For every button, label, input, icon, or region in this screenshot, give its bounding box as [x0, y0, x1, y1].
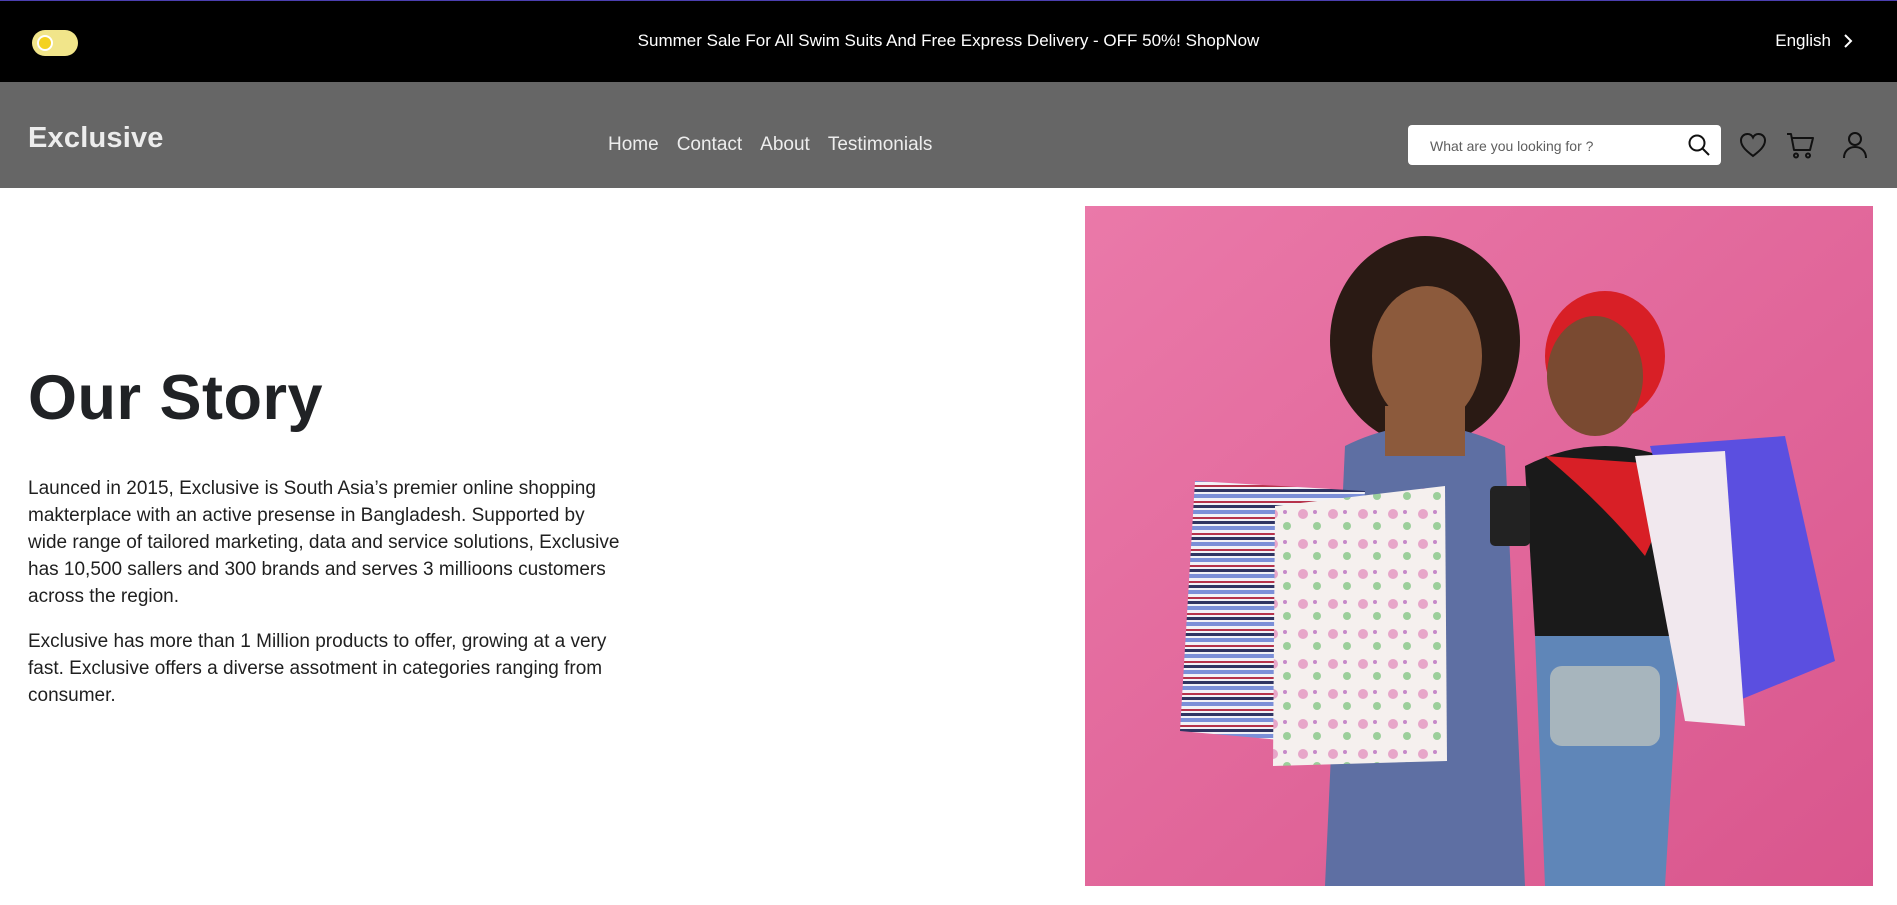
nav-about[interactable]: About: [760, 134, 810, 156]
heart-icon[interactable]: [1738, 130, 1768, 160]
cart-icon[interactable]: [1785, 130, 1815, 160]
hero-image: [1085, 206, 1873, 886]
page-title: Our Story: [28, 363, 324, 433]
shoppers-illustration: [1085, 206, 1873, 886]
search-input[interactable]: [1428, 135, 1672, 157]
language-label: English: [1775, 31, 1831, 50]
announcement-text[interactable]: Summer Sale For All Swim Suits And Free …: [0, 31, 1897, 51]
site-header: Exclusive Home Contact About Testimonial…: [0, 82, 1897, 188]
main-nav: Home Contact About Testimonials: [608, 134, 932, 156]
search-box: [1408, 125, 1721, 165]
chevron-right-icon: [1844, 34, 1853, 48]
story-paragraph-1: Launced in 2015, Exclusive is South Asia…: [28, 478, 620, 607]
search-icon[interactable]: [1687, 133, 1711, 157]
logo[interactable]: Exclusive: [28, 122, 164, 155]
user-icon[interactable]: [1840, 130, 1870, 160]
nav-home[interactable]: Home: [608, 134, 659, 156]
nav-testimonials[interactable]: Testimonials: [828, 134, 933, 156]
story-paragraph-2: Exclusive has more than 1 Million produc…: [28, 631, 607, 706]
language-selector[interactable]: English: [1775, 31, 1855, 51]
announcement-bar: Summer Sale For All Swim Suits And Free …: [0, 0, 1897, 82]
nav-contact[interactable]: Contact: [677, 134, 742, 156]
